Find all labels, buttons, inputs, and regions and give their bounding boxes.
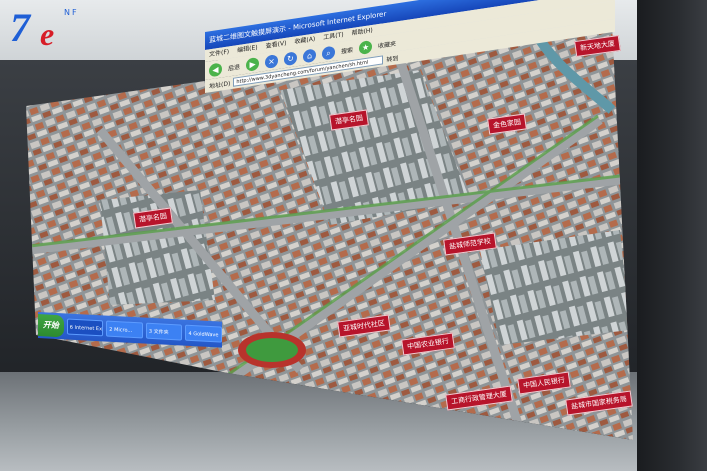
start-button[interactable]: 开始 — [38, 314, 64, 338]
favorites-label[interactable]: 收藏夹 — [378, 38, 396, 50]
right-wall — [637, 0, 707, 471]
search-icon[interactable]: ⌕ — [322, 45, 336, 61]
taskbar-item[interactable]: 3 文件夹 — [145, 322, 183, 341]
taskbar-item[interactable]: 6 Internet Expl — [66, 318, 104, 337]
go-button[interactable]: 转到 — [386, 53, 398, 64]
favorites-icon[interactable]: ★ — [359, 39, 373, 55]
logo-sub: NF — [64, 8, 79, 17]
back-label[interactable]: 后退 — [228, 61, 240, 72]
refresh-icon[interactable]: ↻ — [284, 50, 298, 66]
taskbar-item[interactable]: 4 GoldWave — [185, 324, 223, 343]
photo-scene: 蓝城二维图文触摸屏演示 - Microsoft Internet Explore… — [0, 0, 707, 471]
taskbar-item[interactable]: 2 Micro... — [106, 320, 143, 339]
forward-icon[interactable]: ▶ — [246, 56, 260, 72]
logo-accent: e — [40, 16, 55, 52]
back-icon[interactable]: ◀ — [209, 61, 222, 77]
stop-icon[interactable]: × — [265, 53, 279, 69]
company-logo: 7 e NF — [6, 4, 86, 64]
home-icon[interactable]: ⌂ — [303, 47, 317, 63]
logo-mark: 7 — [10, 5, 30, 50]
search-label[interactable]: 搜索 — [341, 44, 353, 55]
